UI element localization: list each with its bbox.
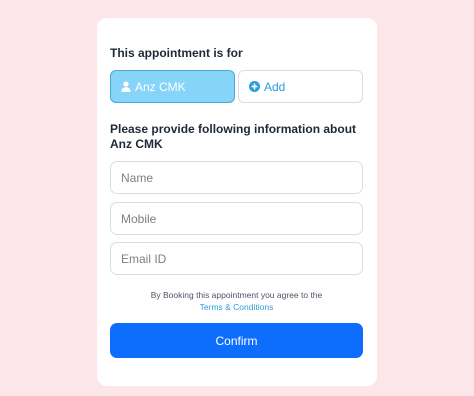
agreement-note: By Booking this appointment you agree to… (110, 289, 363, 313)
plus-circle-icon (249, 81, 260, 92)
appointment-for-label: This appointment is for (110, 46, 243, 60)
add-person-button[interactable]: Add (238, 70, 363, 103)
agreement-text: By Booking this appointment you agree to… (150, 290, 323, 300)
terms-link[interactable]: Terms & Conditions (200, 302, 274, 312)
appointment-card: This appointment is for Anz CMK Add Plea… (97, 18, 377, 386)
email-input[interactable] (110, 242, 363, 275)
confirm-button[interactable]: Confirm (110, 323, 363, 358)
add-person-label: Add (264, 79, 286, 94)
selected-person-label: Anz CMK (135, 79, 186, 94)
info-heading: Please provide following information abo… (110, 122, 357, 151)
user-icon (121, 81, 131, 92)
person-option-selected[interactable]: Anz CMK (110, 70, 235, 103)
name-input[interactable] (110, 161, 363, 194)
mobile-input[interactable] (110, 202, 363, 235)
